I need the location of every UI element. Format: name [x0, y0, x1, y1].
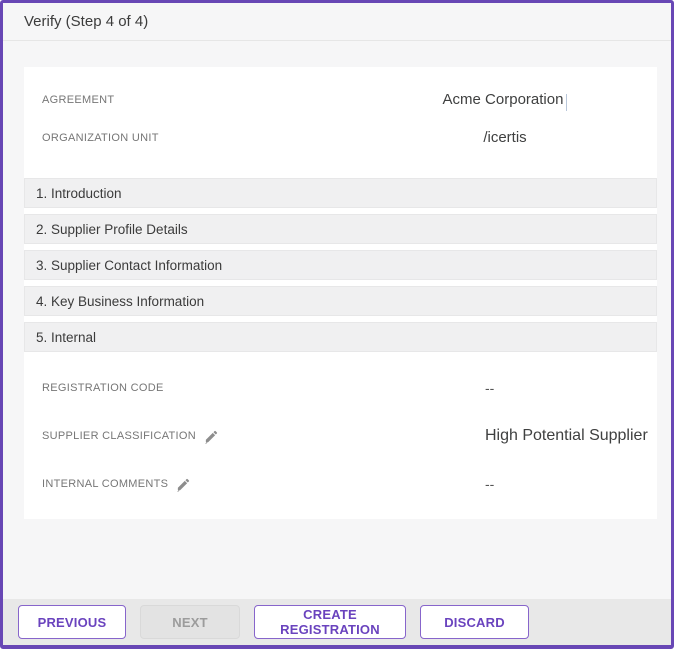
agreement-value-wrap: Acme Corporation	[359, 91, 657, 112]
verify-step-panel: Verify (Step 4 of 4) AGREEMENT Acme Corp…	[0, 0, 674, 649]
section-label: 4. Key Business Information	[36, 293, 205, 309]
section-header-key-business-information[interactable]: 4. Key Business Information	[24, 286, 657, 316]
field-label-text: SUPPLIER CLASSIFICATION	[42, 430, 197, 442]
organization-unit-row: ORGANIZATION UNIT /icertis	[24, 119, 657, 157]
field-label-text: REGISTRATION CODE	[42, 382, 164, 394]
verify-card: AGREEMENT Acme Corporation ORGANIZATION …	[24, 67, 657, 519]
create-registration-button[interactable]: CREATE REGISTRATION	[254, 605, 406, 639]
section-header-supplier-profile-details[interactable]: 2. Supplier Profile Details	[24, 214, 657, 244]
text-cursor	[566, 94, 568, 112]
organization-unit-value: /icertis	[483, 129, 527, 146]
section-header-internal[interactable]: 5. Internal	[24, 322, 657, 352]
section-label: 5. Internal	[36, 329, 97, 345]
supplier-classification-label: SUPPLIER CLASSIFICATION	[24, 429, 485, 444]
wizard-footer: PREVIOUS NEXT CREATE REGISTRATION DISCAR…	[3, 599, 671, 645]
agreement-label: AGREEMENT	[42, 94, 115, 106]
supplier-classification-value: High Potential Supplier	[485, 427, 648, 444]
section-label: 1. Introduction	[36, 185, 122, 201]
registration-code-value: --	[485, 380, 495, 396]
discard-button[interactable]: DISCARD	[420, 605, 529, 639]
section-label: 2. Supplier Profile Details	[36, 221, 188, 237]
section-header-supplier-contact-information[interactable]: 3. Supplier Contact Information	[24, 250, 657, 280]
pencil-icon[interactable]	[204, 429, 219, 444]
internal-section-body: REGISTRATION CODE -- SUPPLIER CLASSIFICA…	[24, 364, 657, 508]
section-header-introduction[interactable]: 1. Introduction	[24, 178, 657, 208]
panel-header: Verify (Step 4 of 4)	[3, 3, 671, 41]
organization-unit-value-wrap: /icertis	[359, 129, 657, 147]
registration-code-label: REGISTRATION CODE	[24, 382, 485, 394]
internal-comments-row: INTERNAL COMMENTS --	[24, 460, 657, 508]
agreement-row: AGREEMENT Acme Corporation	[24, 81, 657, 119]
previous-button[interactable]: PREVIOUS	[18, 605, 126, 639]
agreement-value-input[interactable]: Acme Corporation	[443, 91, 564, 108]
page-title: Verify (Step 4 of 4)	[24, 13, 149, 30]
next-button[interactable]: NEXT	[140, 605, 240, 639]
sections-accordion: 1. Introduction 2. Supplier Profile Deta…	[24, 178, 657, 352]
internal-comments-label: INTERNAL COMMENTS	[24, 477, 485, 492]
organization-unit-label: ORGANIZATION UNIT	[42, 132, 159, 144]
internal-comments-value: --	[485, 476, 495, 492]
section-label: 3. Supplier Contact Information	[36, 257, 223, 273]
pencil-icon[interactable]	[176, 477, 191, 492]
field-label-text: INTERNAL COMMENTS	[42, 478, 169, 490]
registration-code-row: REGISTRATION CODE --	[24, 364, 657, 412]
supplier-classification-row: SUPPLIER CLASSIFICATION High Potential S…	[24, 412, 657, 460]
